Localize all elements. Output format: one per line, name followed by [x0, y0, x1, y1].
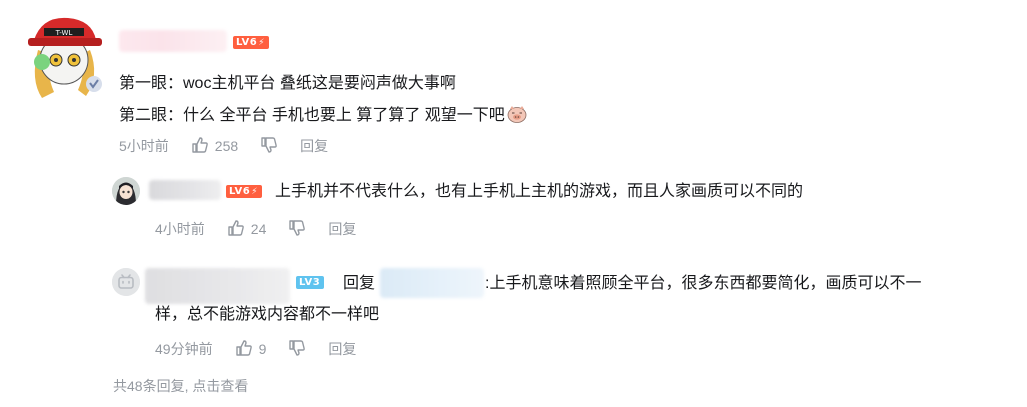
reply2-username-blurred[interactable] — [145, 268, 290, 304]
main-level-badge: LV6⚡ — [233, 36, 270, 49]
like-count: 24 — [250, 221, 267, 237]
level-text: LV3 — [299, 277, 321, 288]
view-all-replies-link[interactable]: 共48条回复, 点击查看 — [113, 376, 248, 396]
thumb-up-icon[interactable] — [235, 339, 253, 360]
main-avatar[interactable]: T-WL — [20, 10, 104, 100]
reply2-avatar[interactable] — [112, 268, 140, 296]
comment-line-2: 第二眼：什么 全平台 手机也要上 算了算了 观望一下吧 — [119, 105, 527, 129]
main-username-blurred[interactable] — [119, 30, 227, 52]
reply1-avatar[interactable] — [112, 177, 140, 205]
thumb-up-icon[interactable] — [191, 136, 209, 157]
reply2-mention-blurred[interactable] — [380, 268, 484, 298]
thumb-up-icon[interactable] — [227, 219, 245, 240]
main-comment-meta: 5小时前 258 回复 — [119, 136, 328, 156]
lightning-icon: ⚡ — [258, 38, 266, 48]
comment-line-2-text: 第二眼：什么 全平台 手机也要上 算了算了 观望一下吧 — [119, 107, 505, 124]
timestamp: 49分钟前 — [155, 341, 213, 357]
thumb-down-icon[interactable] — [288, 339, 306, 360]
reply-button[interactable]: 回复 — [328, 339, 356, 359]
reply1-level-badge: LV6⚡ — [226, 185, 263, 198]
reply-button[interactable]: 回复 — [300, 136, 328, 156]
svg-text:T-WL: T-WL — [55, 29, 73, 37]
reply2-level-badge: LV3 — [296, 276, 325, 289]
reply1-meta: 4小时前 24 回复 — [155, 219, 356, 239]
lightning-icon: ⚡ — [251, 187, 259, 197]
timestamp: 4小时前 — [155, 221, 205, 237]
reply1-text: 上手机并不代表什么，也有上手机上主机的游戏，而且人家画质可以不同的 — [275, 183, 804, 200]
like-count: 9 — [258, 341, 267, 357]
level-text: LV6 — [229, 186, 251, 197]
reply2-text-line-2: 样，总不能游戏内容都不一样吧 — [155, 306, 380, 323]
pig-emoji-icon — [507, 105, 527, 129]
level-text: LV6 — [236, 37, 258, 48]
comment-line-1: 第一眼：woc主机平台 叠纸这是要闷声做大事啊 — [119, 75, 456, 92]
reply-button[interactable]: 回复 — [328, 219, 356, 239]
thumb-down-icon[interactable] — [288, 219, 306, 240]
reply2-prefix: 回复 — [343, 275, 376, 292]
reply2-text-line-1: :上手机意味着照顾全平台，很多东西都要简化，画质可以不一 — [485, 275, 922, 292]
reply2-meta: 49分钟前 9 回复 — [155, 339, 356, 359]
thumb-down-icon[interactable] — [260, 136, 278, 157]
reply1-username-blurred[interactable] — [149, 180, 221, 200]
timestamp: 5小时前 — [119, 138, 169, 154]
like-count: 258 — [214, 138, 239, 154]
